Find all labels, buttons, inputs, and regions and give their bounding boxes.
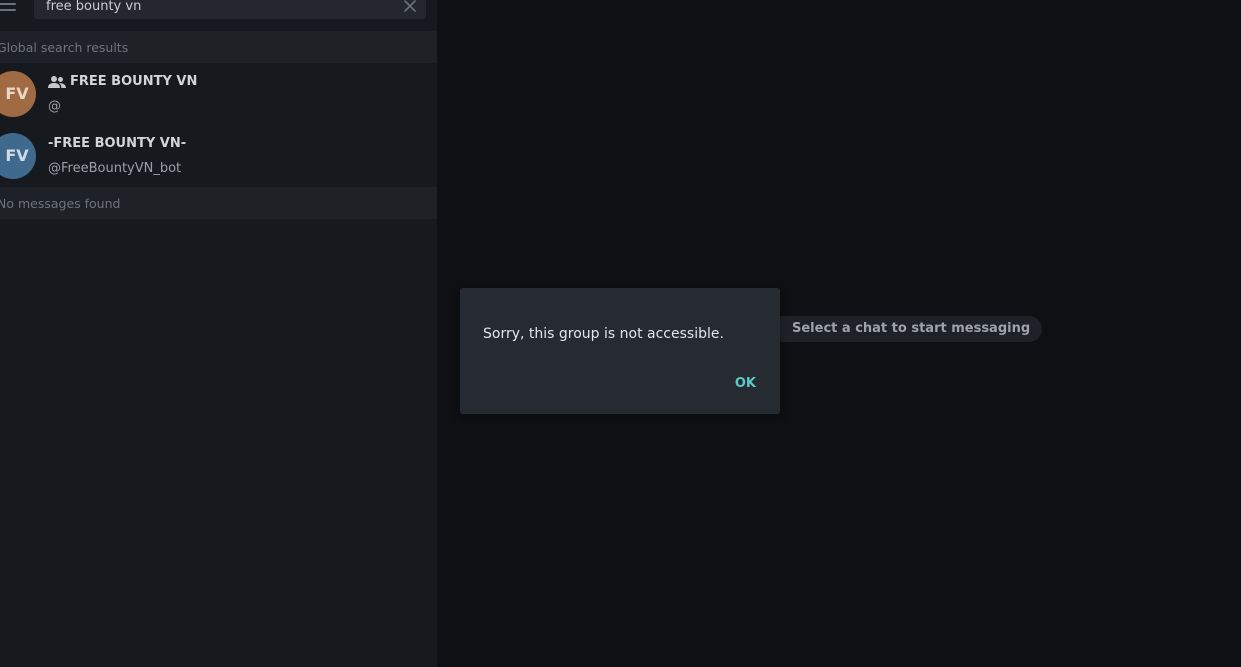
- no-messages-header: No messages found: [0, 187, 437, 219]
- global-search-header: Global search results: [0, 31, 437, 63]
- search-result-group[interactable]: FV FREE BOUNTY VN @: [0, 63, 437, 125]
- empty-chat-hint: Select a chat to start messaging: [752, 316, 1043, 342]
- global-search-label: Global search results: [0, 40, 129, 55]
- result-username: @: [48, 99, 61, 114]
- result-title-text: -FREE BOUNTY VN-: [48, 136, 187, 151]
- no-messages-label: No messages found: [0, 196, 121, 211]
- search-box: [34, 0, 426, 19]
- close-icon[interactable]: [402, 0, 418, 14]
- result-title: FREE BOUNTY VN: [48, 74, 197, 89]
- telegram-window: Global search results FV FREE BOUNTY VN …: [0, 0, 1241, 667]
- avatar: FV: [0, 71, 36, 117]
- dialog-message: Sorry, this group is not accessible.: [483, 326, 724, 342]
- result-username: @FreeBountyVN_bot: [48, 161, 182, 176]
- sidebar: Global search results FV FREE BOUNTY VN …: [0, 0, 437, 667]
- ok-button[interactable]: OK: [725, 372, 766, 395]
- avatar: FV: [0, 133, 36, 179]
- sidebar-top-bar: [0, 0, 437, 31]
- menu-icon[interactable]: [0, 0, 18, 13]
- group-icon: [48, 75, 66, 88]
- result-title: -FREE BOUNTY VN-: [48, 136, 186, 151]
- search-result-bot[interactable]: FV -FREE BOUNTY VN- @FreeBountyVN_bot: [0, 125, 437, 187]
- result-title-text: FREE BOUNTY VN: [70, 74, 198, 89]
- search-input[interactable]: [46, 0, 386, 18]
- error-dialog: Sorry, this group is not accessible. OK: [460, 288, 780, 414]
